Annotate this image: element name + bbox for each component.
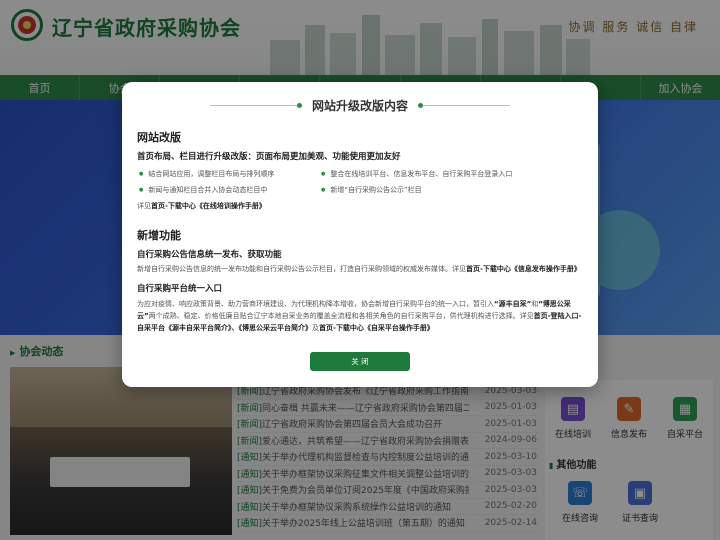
training-manual-link[interactable]: 首页-下载中心《在线培训操作手册》: [151, 202, 266, 210]
upgrade-notice-modal: 网站升级改版内容 网站改版 首页布局、栏目进行升级改版：页面布局更加美观、功能使…: [122, 82, 598, 387]
publish-manual-link[interactable]: 首页-下载中心《信息发布操作手册》: [466, 265, 581, 273]
feature-1-title: 自行采购公告信息统一发布、获取功能: [137, 250, 282, 260]
feature-1-text: 新增自行采购公告信息的统一发布功能和自行采购公告公示栏目，打造自行采购领域的权威…: [137, 265, 581, 273]
title-divider-right: [418, 103, 510, 108]
redesign-subtitle: 首页布局、栏目进行升级改版：页面布局更加美观、功能使用更加友好: [137, 152, 401, 162]
modal-title: 网站升级改版内容: [311, 99, 408, 113]
bullet-item: 新闻与通知栏目合并入协会动态栏目中: [139, 185, 267, 195]
bullet-item: 整合在线培训平台、信息发布平台、自行采购平台登录入口: [321, 169, 512, 179]
section-new-features-title: 新增功能: [137, 229, 181, 242]
section-redesign-title: 网站改版: [137, 131, 181, 144]
redesign-note: 详见首页-下载中心《在线培训操作手册》: [137, 202, 266, 210]
bullet-item: 新增“自行采购公告公示”栏目: [321, 185, 421, 195]
title-divider-left: [209, 103, 302, 108]
feature-2-title: 自行采购平台统一入口: [137, 284, 223, 294]
feature-2-text: 为应对疫情、响应政策背景、助力营商环境建设、为代理机构降本增收，协会新增自行采购…: [137, 300, 582, 332]
bullet-item: 结合网站应用，调整栏目布局与排列顺序: [139, 169, 274, 179]
platform-manual-link[interactable]: 首页-下载中心《自采平台操作手册》: [319, 324, 434, 332]
close-button[interactable]: 关 闭: [310, 352, 410, 371]
